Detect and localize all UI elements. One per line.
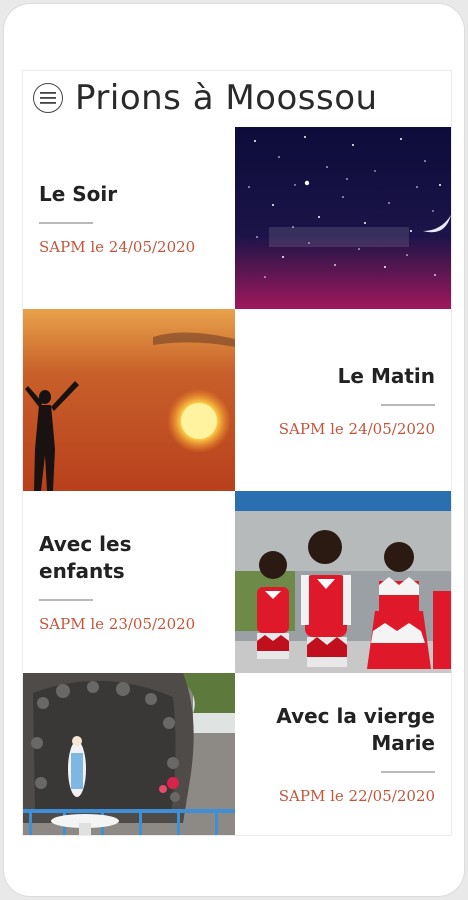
post-card-matin[interactable]: Le Matin SAPM le 24/05/2020 [235, 309, 451, 491]
post-card-soir[interactable]: Le Soir SAPM le 24/05/2020 [23, 127, 235, 309]
post-image-children[interactable] [235, 491, 451, 673]
app-screen: Prions à Moossou Le Soir SAPM le 24/05/2… [4, 4, 464, 896]
divider [39, 599, 93, 601]
post-meta: SAPM le 24/05/2020 [39, 237, 196, 256]
post-meta: SAPM le 24/05/2020 [278, 419, 435, 438]
app-title: Prions à Moossou [75, 78, 378, 118]
divider [381, 771, 435, 773]
post-title[interactable]: Le Soir [39, 181, 219, 208]
post-card-vierge-marie[interactable]: Avec la vierge Marie SAPM le 22/05/2020 [235, 673, 451, 835]
post-title[interactable]: Avec les enfants [39, 531, 219, 585]
menu-button[interactable] [33, 83, 63, 113]
hamburger-menu-icon [40, 92, 56, 104]
page-content: Prions à Moossou Le Soir SAPM le 24/05/2… [22, 70, 452, 836]
post-meta: SAPM le 22/05/2020 [278, 787, 435, 805]
post-title[interactable]: Avec la vierge Marie [251, 703, 435, 757]
app-header: Prions à Moossou [23, 71, 451, 125]
post-title[interactable]: Le Matin [338, 363, 435, 390]
post-card-enfants[interactable]: Avec les enfants SAPM le 23/05/2020 [23, 491, 235, 673]
post-image-sunrise[interactable] [23, 309, 235, 491]
divider [39, 221, 93, 224]
divider [381, 403, 435, 406]
post-image-night-sky[interactable] [235, 127, 451, 309]
post-image-grotto[interactable] [23, 673, 235, 835]
posts-grid: Le Soir SAPM le 24/05/2020 Le Matin SAPM… [23, 127, 451, 835]
post-meta: SAPM le 23/05/2020 [39, 615, 196, 633]
